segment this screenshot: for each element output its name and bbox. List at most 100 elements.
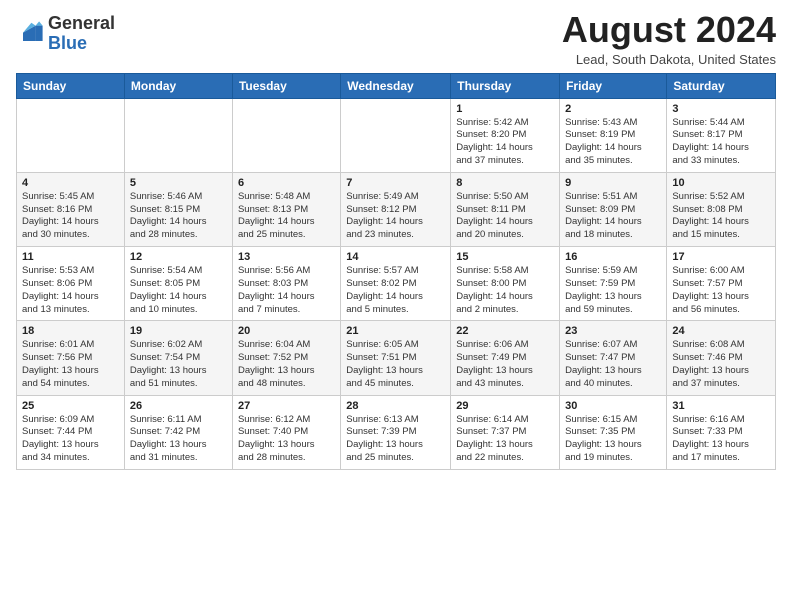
day-info: Sunrise: 6:06 AMSunset: 7:49 PMDaylight:… — [456, 339, 554, 390]
day-number: 27 — [238, 400, 335, 412]
logo: General Blue — [16, 14, 115, 54]
day-number: 21 — [346, 325, 445, 337]
weekday-header-sunday: Sunday — [17, 73, 125, 98]
day-number: 29 — [456, 400, 554, 412]
weekday-header-row: SundayMondayTuesdayWednesdayThursdayFrid… — [17, 73, 776, 98]
day-info: Sunrise: 5:51 AMSunset: 8:09 PMDaylight:… — [565, 191, 661, 242]
day-cell: 7 Sunrise: 5:49 AMSunset: 8:12 PMDaylight… — [341, 172, 451, 246]
day-info: Sunrise: 6:09 AMSunset: 7:44 PMDaylight:… — [22, 414, 119, 465]
day-number: 31 — [672, 400, 770, 412]
day-number: 26 — [130, 400, 227, 412]
day-cell: 5Sunrise: 5:46 AMSunset: 8:15 PMDaylight… — [124, 172, 232, 246]
logo-general: General — [48, 14, 115, 34]
day-cell: 13 Sunrise: 5:56 AMSunset: 8:03 PMDayligh… — [232, 247, 340, 321]
weekday-header-thursday: Thursday — [451, 73, 560, 98]
day-number: 17 — [672, 251, 770, 263]
week-row-2: 4 Sunrise: 5:45 AMSunset: 8:16 PMDaylight… — [17, 172, 776, 246]
week-row-3: 11 Sunrise: 5:53 AMSunset: 8:06 PMDayligh… — [17, 247, 776, 321]
day-number: 3 — [672, 103, 770, 115]
logo-blue: Blue — [48, 33, 87, 53]
day-info: Sunrise: 5:54 AMSunset: 8:05 PMDaylight:… — [130, 265, 227, 316]
week-row-5: 25 Sunrise: 6:09 AMSunset: 7:44 PMDayligh… — [17, 395, 776, 469]
page: General Blue August 2024 Lead, South Dak… — [0, 0, 792, 486]
day-info: Sunrise: 6:15 AMSunset: 7:35 PMDaylight:… — [565, 414, 661, 465]
day-cell — [232, 98, 340, 172]
day-number: 1 — [456, 103, 554, 115]
day-info: Sunrise: 5:56 AMSunset: 8:03 PMDaylight:… — [238, 265, 335, 316]
location: Lead, South Dakota, United States — [562, 52, 776, 67]
day-cell: 29 Sunrise: 6:14 AMSunset: 7:37 PMDayligh… — [451, 395, 560, 469]
day-number: 23 — [565, 325, 661, 337]
day-cell: 16 Sunrise: 5:59 AMSunset: 7:59 PMDayligh… — [560, 247, 667, 321]
weekday-header-saturday: Saturday — [667, 73, 776, 98]
day-cell: 15Sunrise: 5:58 AMSunset: 8:00 PMDayligh… — [451, 247, 560, 321]
month-title: August 2024 — [562, 10, 776, 50]
header-right: August 2024 Lead, South Dakota, United S… — [562, 10, 776, 67]
day-info: Sunrise: 6:02 AMSunset: 7:54 PMDaylight:… — [130, 339, 227, 390]
day-cell: 4 Sunrise: 5:45 AMSunset: 8:16 PMDaylight… — [17, 172, 125, 246]
day-info: Sunrise: 6:08 AMSunset: 7:46 PMDaylight:… — [672, 339, 770, 390]
day-cell — [17, 98, 125, 172]
day-number: 18 — [22, 325, 119, 337]
day-cell: 22 Sunrise: 6:06 AMSunset: 7:49 PMDayligh… — [451, 321, 560, 395]
day-cell: 21 Sunrise: 6:05 AMSunset: 7:51 PMDayligh… — [341, 321, 451, 395]
day-info: Sunrise: 6:13 AMSunset: 7:39 PMDaylight:… — [346, 414, 445, 465]
day-info: Sunrise: 5:44 AMSunset: 8:17 PMDaylight:… — [672, 117, 770, 168]
weekday-header-tuesday: Tuesday — [232, 73, 340, 98]
day-cell: 11 Sunrise: 5:53 AMSunset: 8:06 PMDayligh… — [17, 247, 125, 321]
day-number: 22 — [456, 325, 554, 337]
day-cell: 26 Sunrise: 6:11 AMSunset: 7:42 PMDayligh… — [124, 395, 232, 469]
day-cell: 19 Sunrise: 6:02 AMSunset: 7:54 PMDayligh… — [124, 321, 232, 395]
day-number: 20 — [238, 325, 335, 337]
day-cell: 27Sunrise: 6:12 AMSunset: 7:40 PMDayligh… — [232, 395, 340, 469]
day-info: Sunrise: 6:07 AMSunset: 7:47 PMDaylight:… — [565, 339, 661, 390]
day-number: 16 — [565, 251, 661, 263]
day-cell — [341, 98, 451, 172]
day-number: 2 — [565, 103, 661, 115]
day-cell: 25 Sunrise: 6:09 AMSunset: 7:44 PMDayligh… — [17, 395, 125, 469]
day-info: Sunrise: 5:57 AMSunset: 8:02 PMDaylight:… — [346, 265, 445, 316]
day-info: Sunrise: 6:05 AMSunset: 7:51 PMDaylight:… — [346, 339, 445, 390]
day-number: 28 — [346, 400, 445, 412]
day-number: 13 — [238, 251, 335, 263]
day-cell: 2Sunrise: 5:43 AMSunset: 8:19 PMDaylight… — [560, 98, 667, 172]
day-cell: 8 Sunrise: 5:50 AMSunset: 8:11 PMDaylight… — [451, 172, 560, 246]
day-info: Sunrise: 6:14 AMSunset: 7:37 PMDaylight:… — [456, 414, 554, 465]
weekday-header-monday: Monday — [124, 73, 232, 98]
day-number: 7 — [346, 177, 445, 189]
day-number: 14 — [346, 251, 445, 263]
day-number: 8 — [456, 177, 554, 189]
day-info: Sunrise: 6:11 AMSunset: 7:42 PMDaylight:… — [130, 414, 227, 465]
day-number: 19 — [130, 325, 227, 337]
header: General Blue August 2024 Lead, South Dak… — [16, 10, 776, 67]
day-cell: 17Sunrise: 6:00 AMSunset: 7:57 PMDayligh… — [667, 247, 776, 321]
day-cell: 18 Sunrise: 6:01 AMSunset: 7:56 PMDayligh… — [17, 321, 125, 395]
day-number: 30 — [565, 400, 661, 412]
day-info: Sunrise: 5:45 AMSunset: 8:16 PMDaylight:… — [22, 191, 119, 242]
day-cell: 3 Sunrise: 5:44 AMSunset: 8:17 PMDaylight… — [667, 98, 776, 172]
day-cell: 9 Sunrise: 5:51 AMSunset: 8:09 PMDaylight… — [560, 172, 667, 246]
day-number: 12 — [130, 251, 227, 263]
day-cell: 31Sunrise: 6:16 AMSunset: 7:33 PMDayligh… — [667, 395, 776, 469]
week-row-1: 1Sunrise: 5:42 AMSunset: 8:20 PMDaylight… — [17, 98, 776, 172]
day-info: Sunrise: 5:50 AMSunset: 8:11 PMDaylight:… — [456, 191, 554, 242]
day-number: 4 — [22, 177, 119, 189]
day-info: Sunrise: 6:01 AMSunset: 7:56 PMDaylight:… — [22, 339, 119, 390]
day-cell: 28 Sunrise: 6:13 AMSunset: 7:39 PMDayligh… — [341, 395, 451, 469]
day-number: 24 — [672, 325, 770, 337]
day-cell: 14 Sunrise: 5:57 AMSunset: 8:02 PMDayligh… — [341, 247, 451, 321]
day-cell: 10Sunrise: 5:52 AMSunset: 8:08 PMDayligh… — [667, 172, 776, 246]
day-info: Sunrise: 5:52 AMSunset: 8:08 PMDaylight:… — [672, 191, 770, 242]
calendar: SundayMondayTuesdayWednesdayThursdayFrid… — [16, 73, 776, 470]
day-number: 15 — [456, 251, 554, 263]
day-number: 9 — [565, 177, 661, 189]
day-info: Sunrise: 5:59 AMSunset: 7:59 PMDaylight:… — [565, 265, 661, 316]
day-number: 11 — [22, 251, 119, 263]
day-number: 25 — [22, 400, 119, 412]
day-cell: 1Sunrise: 5:42 AMSunset: 8:20 PMDaylight… — [451, 98, 560, 172]
day-info: Sunrise: 5:46 AMSunset: 8:15 PMDaylight:… — [130, 191, 227, 242]
week-row-4: 18 Sunrise: 6:01 AMSunset: 7:56 PMDayligh… — [17, 321, 776, 395]
day-info: Sunrise: 5:53 AMSunset: 8:06 PMDaylight:… — [22, 265, 119, 316]
day-info: Sunrise: 5:49 AMSunset: 8:12 PMDaylight:… — [346, 191, 445, 242]
day-info: Sunrise: 5:48 AMSunset: 8:13 PMDaylight:… — [238, 191, 335, 242]
